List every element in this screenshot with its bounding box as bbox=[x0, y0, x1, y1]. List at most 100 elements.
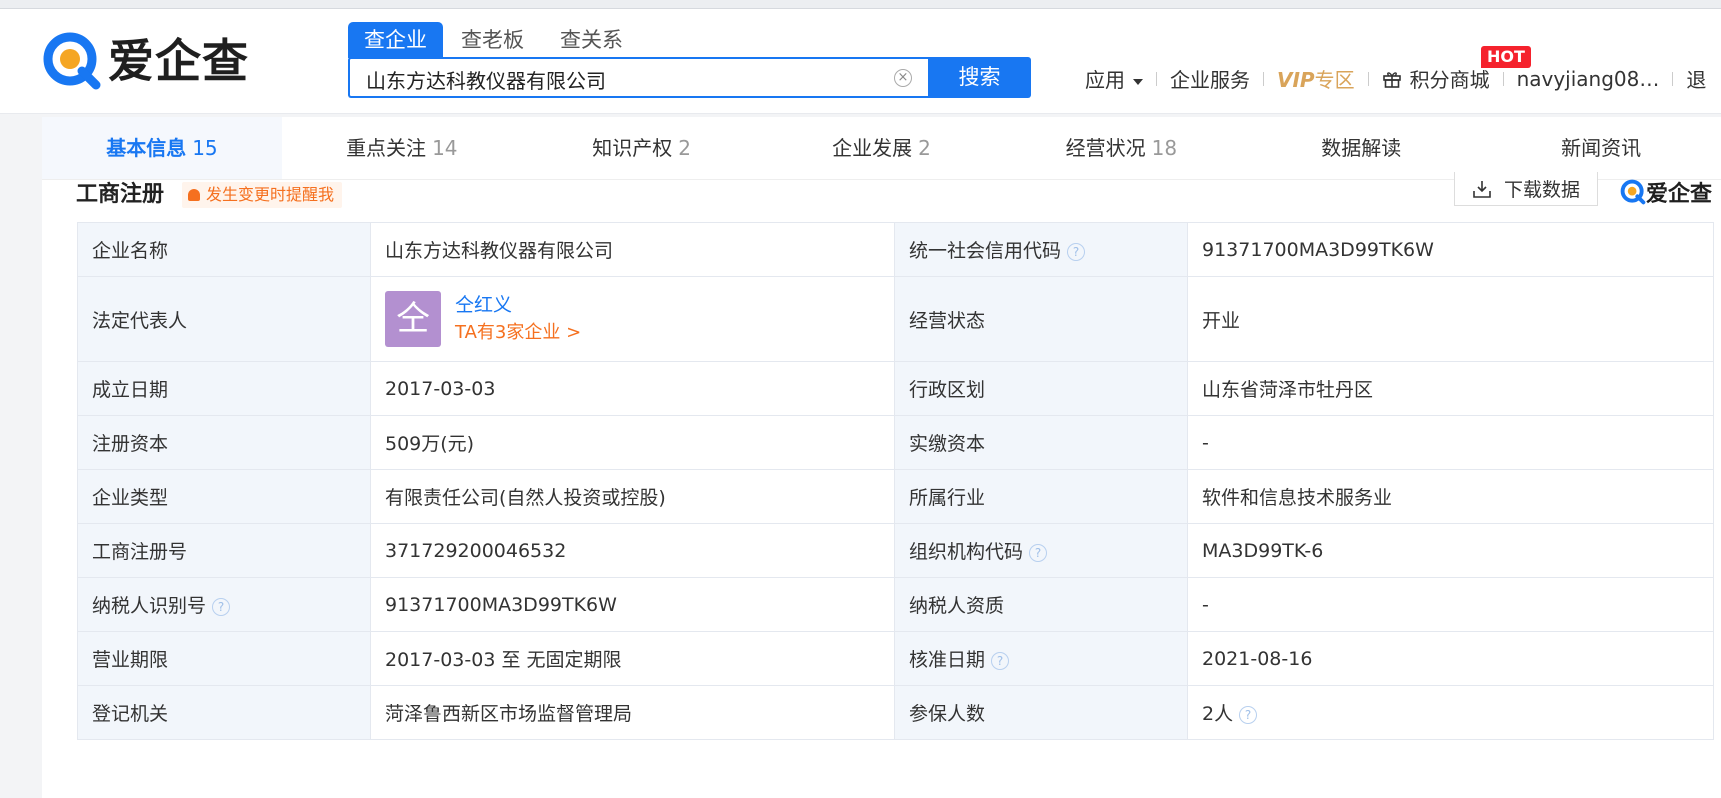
nav-divider bbox=[1672, 71, 1674, 86]
table-row: 工商注册号 371729200046532 组织机构代码? MA3D99TK-6 bbox=[77, 523, 1714, 578]
change-reminder-button[interactable]: 发生变更时提醒我 bbox=[182, 182, 343, 208]
field-value: 91371700MA3D99TK6W bbox=[370, 577, 895, 632]
field-label: 核准日期? bbox=[894, 631, 1188, 686]
field-label: 成立日期 bbox=[77, 361, 371, 416]
search-tab-company[interactable]: 查企业 bbox=[348, 22, 443, 58]
table-row: 法定代表人 仝 仝红义 TA有3家企业 > 经营状态 开业 bbox=[77, 276, 1714, 362]
logout-link[interactable]: 退 bbox=[1686, 64, 1706, 93]
tab-count: 18 bbox=[1151, 136, 1178, 160]
tab-basic-info[interactable]: 基本信息 15 bbox=[42, 117, 282, 179]
search-button[interactable]: 搜索 bbox=[928, 57, 1031, 98]
legal-rep-cell: 仝 仝红义 TA有3家企业 > bbox=[370, 276, 895, 362]
tab-development[interactable]: 企业发展 2 bbox=[762, 117, 1002, 179]
legal-rep-name-link[interactable]: 仝红义 bbox=[455, 291, 581, 319]
field-value: 菏泽鲁西新区市场监督管理局 bbox=[370, 685, 895, 740]
vip-label: VIP bbox=[1277, 68, 1315, 92]
field-value: 509万(元) bbox=[370, 415, 895, 470]
tab-ip[interactable]: 知识产权 2 bbox=[522, 117, 762, 179]
table-row: 登记机关 菏泽鲁西新区市场监督管理局 参保人数 2人? bbox=[77, 685, 1714, 740]
download-icon bbox=[1473, 180, 1491, 198]
gift-icon bbox=[1382, 71, 1401, 88]
watermark-text: 爱企查 bbox=[1646, 182, 1713, 207]
clear-search-icon[interactable]: × bbox=[894, 69, 912, 87]
field-value: 山东方达科教仪器有限公司 bbox=[370, 222, 895, 277]
chevron-down-icon bbox=[1133, 78, 1143, 85]
table-row: 纳税人识别号? 91371700MA3D99TK6W 纳税人资质 - bbox=[77, 577, 1714, 632]
table-row: 成立日期 2017-03-03 行政区划 山东省菏泽市牡丹区 bbox=[77, 361, 1714, 416]
field-value: 2021-08-16 bbox=[1187, 631, 1714, 686]
field-value: 2人? bbox=[1187, 685, 1714, 740]
help-icon[interactable]: ? bbox=[1239, 705, 1258, 724]
change-reminder-label: 发生变更时提醒我 bbox=[206, 185, 335, 204]
tab-data-insights[interactable]: 数据解读 bbox=[1241, 117, 1481, 179]
tab-label: 基本信息 bbox=[106, 136, 187, 160]
tab-count: 2 bbox=[678, 136, 692, 160]
help-icon[interactable]: ? bbox=[1029, 543, 1048, 562]
field-label: 工商注册号 bbox=[77, 523, 371, 578]
search-input[interactable] bbox=[364, 65, 868, 93]
search-tab-relation[interactable]: 查关系 bbox=[542, 22, 641, 58]
field-value: 软件和信息技术服务业 bbox=[1187, 469, 1714, 524]
tab-label: 经营状况 bbox=[1065, 136, 1146, 160]
field-label-text: 统一社会信用代码 bbox=[909, 240, 1062, 262]
tab-key-focus[interactable]: 重点关注 14 bbox=[282, 117, 522, 179]
user-menu[interactable]: navyjiang08… bbox=[1517, 67, 1660, 91]
table-row: 企业类型 有限责任公司(自然人投资或控股) 所属行业 软件和信息技术服务业 bbox=[77, 469, 1714, 524]
field-label: 企业名称 bbox=[77, 222, 371, 277]
field-label: 营业期限 bbox=[77, 631, 371, 686]
apps-menu[interactable]: 应用 bbox=[1085, 64, 1143, 93]
field-label-text: 组织机构代码 bbox=[909, 541, 1024, 563]
field-value: 开业 bbox=[1187, 276, 1714, 362]
field-value: 2017-03-03 bbox=[370, 361, 895, 416]
field-label: 参保人数 bbox=[894, 685, 1188, 740]
bell-icon bbox=[188, 189, 200, 201]
table-row: 营业期限 2017-03-03 至 无固定期限 核准日期? 2021-08-16 bbox=[77, 631, 1714, 686]
field-value: 山东省菏泽市牡丹区 bbox=[1187, 361, 1714, 416]
nav-divider bbox=[1502, 71, 1504, 86]
search-type-tabs: 查企业 查老板 查关系 bbox=[348, 14, 641, 58]
points-mall-link[interactable]: 积分商城 bbox=[1382, 64, 1490, 93]
field-label: 企业类型 bbox=[77, 469, 371, 524]
tab-count: 2 bbox=[918, 136, 931, 160]
download-data-label: 下载数据 bbox=[1503, 179, 1580, 201]
field-value: 91371700MA3D99TK6W bbox=[1187, 222, 1714, 277]
enterprise-service-link[interactable]: 企业服务 bbox=[1170, 64, 1250, 93]
tab-operations[interactable]: 经营状况 18 bbox=[1001, 117, 1241, 179]
registration-card: 工商注册 发生变更时提醒我 下载数据 爱企查 企业名称 山东方达科教仪器有限公司… bbox=[42, 172, 1721, 798]
table-row: 企业名称 山东方达科教仪器有限公司 统一社会信用代码? 91371700MA3D… bbox=[77, 222, 1714, 277]
field-label: 统一社会信用代码? bbox=[894, 222, 1188, 277]
tab-count: 14 bbox=[432, 136, 458, 160]
logo-icon bbox=[1620, 179, 1646, 205]
section-title: 工商注册 bbox=[76, 182, 165, 207]
vip-zone-label: 专区 bbox=[1314, 68, 1355, 92]
help-icon[interactable]: ? bbox=[1067, 242, 1086, 261]
field-label: 纳税人资质 bbox=[894, 577, 1188, 632]
field-label: 实缴资本 bbox=[894, 415, 1188, 470]
field-value: 371729200046532 bbox=[370, 523, 895, 578]
field-value: 有限责任公司(自然人投资或控股) bbox=[370, 469, 895, 524]
hot-badge: HOT bbox=[1481, 46, 1531, 68]
watermark-logo: 爱企查 bbox=[1620, 176, 1712, 208]
field-value: - bbox=[1187, 415, 1714, 470]
field-label: 经营状态 bbox=[894, 276, 1188, 362]
help-icon[interactable]: ? bbox=[212, 597, 231, 616]
avatar[interactable]: 仝 bbox=[385, 291, 441, 347]
tab-news[interactable]: 新闻资讯 bbox=[1481, 117, 1721, 179]
nav-divider bbox=[1156, 71, 1157, 86]
help-icon[interactable]: ? bbox=[991, 651, 1010, 670]
related-companies-link[interactable]: TA有3家企业 > bbox=[455, 319, 581, 347]
table-row: 注册资本 509万(元) 实缴资本 - bbox=[77, 415, 1714, 470]
vip-zone-link[interactable]: VIP专区 bbox=[1277, 64, 1355, 93]
company-detail-tabs: 基本信息 15 重点关注 14 知识产权 2 企业发展 2 经营状况 18 数据解读 新闻… bbox=[42, 117, 1721, 180]
download-data-button[interactable]: 下载数据 bbox=[1454, 172, 1598, 206]
tab-label: 新闻资讯 bbox=[1561, 136, 1642, 160]
logo-icon bbox=[42, 31, 102, 91]
field-label: 注册资本 bbox=[77, 415, 371, 470]
field-value: MA3D99TK-6 bbox=[1187, 523, 1714, 578]
points-mall-label: 积分商城 bbox=[1409, 68, 1490, 92]
field-label: 行政区划 bbox=[894, 361, 1188, 416]
field-label: 组织机构代码? bbox=[894, 523, 1188, 578]
search-tab-boss[interactable]: 查老板 bbox=[443, 22, 542, 58]
site-logo[interactable]: 爱企查 bbox=[42, 31, 249, 91]
field-label-text: 纳税人识别号 bbox=[92, 595, 207, 617]
